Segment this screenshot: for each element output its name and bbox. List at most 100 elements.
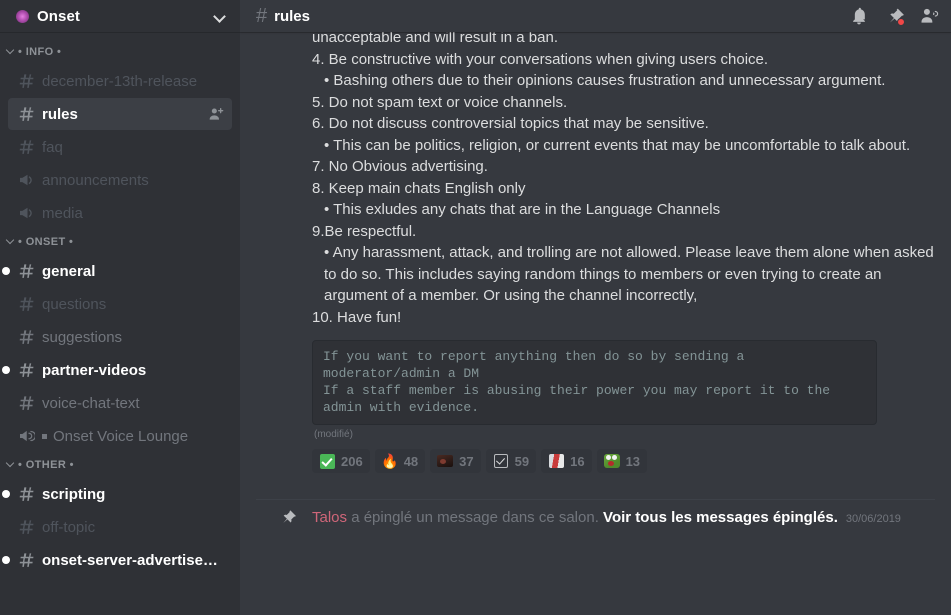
hash-icon	[16, 262, 36, 281]
chevron-down-icon[interactable]	[215, 11, 226, 22]
message-line: • This exludes any chats that are in the…	[324, 201, 721, 218]
sidebar-channel-faq[interactable]: faq	[8, 131, 232, 163]
channel-list: • INFO • december-13th-release rules faq ann…	[0, 32, 240, 615]
category-label: • ONSET •	[18, 236, 74, 248]
reaction-count: 16	[570, 453, 585, 469]
fire-emoji: 🔥	[380, 453, 399, 469]
hash-icon	[16, 328, 36, 347]
message-line: 4. Be constructive with your conversatio…	[312, 50, 769, 68]
reaction-count: 37	[459, 453, 474, 469]
channel-label: voice-chat-text	[42, 394, 140, 412]
message-line: unacceptable and will result in a ban.	[312, 32, 558, 46]
unread-indicator	[2, 267, 10, 275]
hash-icon	[16, 295, 36, 314]
channel-category[interactable]: • INFO •	[0, 40, 240, 64]
pin-author[interactable]: Talos	[312, 509, 347, 526]
sidebar-channel-rules[interactable]: rules	[8, 98, 232, 130]
channel-label: rules	[42, 105, 78, 123]
ballot-box-with-check-emoji	[493, 453, 509, 469]
server-header[interactable]: Onset	[0, 0, 240, 32]
reaction-fire-emoji[interactable]: 🔥 48	[374, 449, 426, 473]
channel-label: december-13th-release	[42, 72, 198, 90]
channel-label: onset-server-advertisem...	[42, 551, 224, 569]
channel-label: general	[42, 262, 96, 280]
hash-icon	[16, 551, 36, 570]
message-line: 7. No Obvious advertising.	[312, 158, 488, 175]
white-check-mark-emoji	[319, 453, 335, 469]
channel-label: off-topic	[42, 518, 96, 536]
pin-system-message: Talos a épinglé un message dans ce salon…	[256, 499, 935, 536]
custom-dark-emoji	[437, 453, 454, 469]
reaction-white-check-mark-emoji[interactable]: 206	[312, 449, 370, 473]
hash-icon	[16, 361, 36, 380]
pinned-messages-icon[interactable]	[884, 6, 905, 26]
reaction-custom-dark-emoji[interactable]: 37	[430, 449, 481, 473]
pin-notice-body: a épinglé un message dans ce salon.	[347, 508, 604, 526]
ballot-box-with-check-emoji-glyph	[493, 454, 508, 468]
sidebar-channel-voice-chat-text[interactable]: voice-chat-text	[8, 387, 232, 419]
channel-category[interactable]: • ONSET •	[0, 230, 240, 254]
sidebar-channel-onset-server-advertisem-[interactable]: onset-server-advertisem...	[2, 544, 232, 576]
sidebar-channel-suggestions[interactable]: suggestions	[8, 321, 232, 353]
unread-indicator	[2, 366, 10, 374]
sidebar-channel-onset-voice-lounge[interactable]: Onset Voice Lounge	[8, 420, 232, 452]
sidebar-channel-media[interactable]: media	[8, 197, 232, 229]
server-name: Onset	[37, 7, 81, 25]
reaction-custom-green-pepe-emoji[interactable]: 13	[596, 449, 648, 473]
announcement-icon	[16, 204, 36, 222]
message-line: • Bashing others due to their opinions c…	[324, 72, 886, 89]
unread-indicator	[2, 556, 10, 564]
channel-label: partner-videos	[42, 361, 147, 379]
custom-red-white-emoji	[548, 453, 564, 469]
message-line: 10. Have fun!	[312, 308, 402, 326]
sidebar-channel-off-topic[interactable]: off-topic	[8, 511, 232, 543]
channel-label: suggestions	[42, 328, 123, 346]
message-line: 8. Keep main chats English only	[312, 179, 526, 197]
edited-marker: (modifié)	[314, 429, 353, 440]
reaction-custom-red-white-emoji[interactable]: 16	[541, 449, 592, 473]
category-label: • INFO •	[18, 46, 62, 58]
chevron-down-icon	[6, 47, 16, 57]
sidebar-channel-partner-videos[interactable]: partner-videos	[2, 354, 232, 386]
view-pinned-link[interactable]: Voir tous les messages épinglés.	[603, 509, 838, 526]
sidebar-channel-questions[interactable]: questions	[8, 288, 232, 320]
sidebar-channel-announcements[interactable]: announcements	[8, 164, 232, 196]
server-badge-icon	[16, 9, 29, 23]
pin-icon	[278, 508, 296, 526]
channel-label: media	[42, 204, 83, 222]
hash-icon	[16, 485, 36, 504]
channel-label: Onset Voice Lounge	[53, 427, 189, 445]
announcement-icon	[16, 171, 36, 189]
hash-icon: #	[256, 5, 268, 27]
sidebar-channel-general[interactable]: general	[2, 255, 232, 287]
voice-status-dot	[42, 433, 47, 439]
message-text: unacceptable and will result in a ban. 4.…	[256, 32, 935, 328]
hash-icon	[16, 518, 36, 537]
custom-green-pepe-emoji-glyph	[603, 454, 620, 468]
reaction-count: 59	[514, 453, 530, 469]
discord-app: Onset • INFO • december-13th-release rules…	[0, 0, 951, 615]
channel-sidebar: Onset • INFO • december-13th-release rules…	[0, 0, 240, 615]
channel-label: questions	[42, 295, 107, 313]
hash-icon	[16, 105, 36, 124]
channel-label: announcements	[42, 171, 149, 189]
white-check-mark-emoji-glyph	[319, 453, 335, 469]
reaction-ballot-box-with-check-emoji[interactable]: 59	[485, 449, 537, 473]
pin-notice-text: Talos a épinglé un message dans ce salon…	[312, 509, 901, 526]
pin-unread-badge	[897, 18, 905, 26]
message-line: 5. Do not spam text or voice channels.	[312, 93, 568, 111]
member-list-icon[interactable]	[919, 6, 939, 26]
chevron-down-icon	[6, 460, 16, 470]
custom-green-pepe-emoji	[603, 453, 620, 469]
notifications-bell-icon[interactable]	[849, 6, 869, 26]
add-member-icon[interactable]	[208, 106, 224, 122]
channel-category[interactable]: • OTHER •	[0, 453, 240, 477]
channel-label: scripting	[42, 485, 106, 503]
main-content: # rules unacceptable and will result in …	[240, 0, 951, 615]
reaction-bar: 206 🔥 48 37 59 16 13	[312, 449, 935, 473]
channel-topbar: # rules	[240, 0, 951, 32]
sidebar-channel-scripting[interactable]: scripting	[2, 478, 232, 510]
hash-icon	[16, 138, 36, 157]
page-title: rules	[274, 7, 310, 25]
sidebar-channel-december-13th-release[interactable]: december-13th-release	[8, 65, 232, 97]
